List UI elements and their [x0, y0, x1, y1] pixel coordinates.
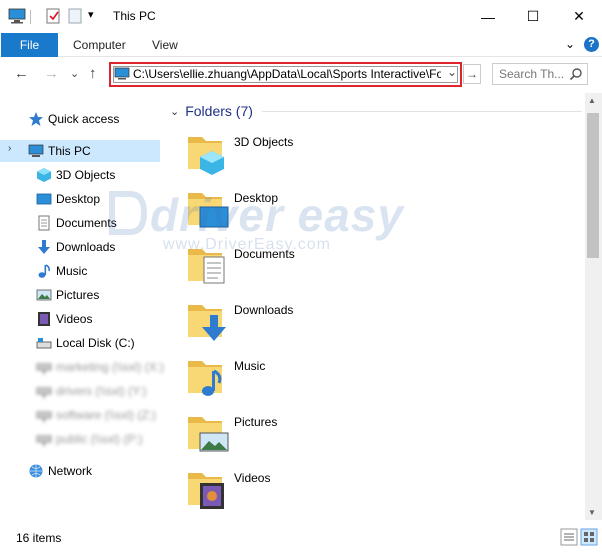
sidebar-item-network-drive[interactable]: marketing (\\sxl) (X:) [0, 356, 164, 378]
sidebar-item-quick-access[interactable]: Quick access [0, 108, 160, 130]
scrollbar-thumb[interactable] [587, 113, 599, 258]
status-bar: 16 items [0, 521, 602, 554]
sidebar-item-pictures[interactable]: Pictures [0, 284, 160, 306]
new-folder-icon[interactable] [66, 8, 84, 24]
sidebar-item-label: Network [48, 464, 93, 478]
cube-icon [37, 168, 51, 182]
watermark-logo: driver easy [150, 189, 404, 241]
folder-music-icon [188, 361, 222, 396]
network-drive-icon [36, 411, 52, 422]
sidebar-item-label: Desktop [56, 192, 101, 206]
watermark-url: www.DriverEasy.com [163, 236, 331, 253]
network-drive-icon [36, 363, 52, 374]
collapse-chevron-icon[interactable]: ⌄ [170, 105, 179, 118]
sidebar-item-videos[interactable]: Videos [0, 308, 160, 330]
help-icon[interactable]: ? [584, 37, 599, 52]
group-title: Folders (7) [185, 103, 253, 119]
address-path[interactable]: C:\Users\ellie.zhuang\AppData\Local\Spor… [133, 67, 441, 81]
sidebar-item-3d-objects[interactable]: 3D Objects [0, 164, 160, 186]
disk-icon [36, 338, 52, 349]
sidebar-item-label: Local Disk (C:) [56, 336, 135, 350]
sidebar-item-this-pc[interactable]: › This PC [0, 140, 160, 162]
title-separator [30, 10, 31, 24]
sidebar-item-label: Quick access [48, 112, 120, 126]
computer-icon [114, 67, 130, 80]
sidebar-item-local-disk[interactable]: Local Disk (C:) [0, 332, 160, 354]
folder-label: Videos [234, 471, 271, 485]
title-bar: ▾ This PC — ☐ ✕ [0, 0, 602, 33]
quick-access-toolbar-dropdown[interactable]: ▾ [88, 8, 94, 21]
sidebar-item-label: 3D Objects [56, 168, 116, 182]
ribbon-tabs: File Computer View ⌄ [0, 33, 602, 57]
large-icons-view-icon[interactable] [580, 528, 598, 546]
back-button[interactable]: ← [14, 65, 29, 82]
window-title: This PC [113, 9, 156, 23]
folder-label: 3D Objects [234, 135, 294, 149]
folder-3d-objects-icon [188, 137, 224, 175]
recent-locations-button[interactable]: ⌄ [70, 67, 79, 80]
sidebar-item-label: public (\\sxl) (P:) [56, 432, 143, 446]
star-icon [29, 112, 43, 126]
folder-label: Music [234, 359, 266, 373]
item-count: 16 items [16, 531, 62, 545]
network-icon [29, 464, 43, 478]
expand-chevron-icon[interactable]: › [8, 143, 11, 154]
sidebar-item-label: software (\\sxl) (Z:) [56, 408, 157, 422]
folder-label: Pictures [234, 415, 278, 429]
folder-item-downloads[interactable]: Downloads [186, 299, 486, 351]
folder-item-music[interactable]: Music [186, 355, 486, 407]
download-icon [38, 240, 50, 254]
sidebar-item-label: drivers (\\sxl) (Y:) [56, 384, 147, 398]
folder-item-pictures[interactable]: Pictures [186, 411, 486, 463]
sidebar-item-network[interactable]: Network [0, 460, 160, 482]
go-button[interactable]: → [463, 64, 481, 84]
scroll-down-icon[interactable]: ▼ [588, 508, 596, 517]
folder-label: Downloads [234, 303, 294, 317]
sidebar-item-label: This PC [48, 144, 91, 158]
tab-view[interactable]: View [152, 38, 178, 52]
address-dropdown-icon[interactable]: ⌄ [447, 65, 457, 79]
folder-item-3d-objects[interactable]: 3D Objects [186, 131, 486, 183]
sidebar-item-network-drive[interactable]: public (\\sxl) (P:) [0, 428, 160, 450]
group-divider [262, 111, 582, 112]
minimize-button[interactable]: — [465, 0, 511, 33]
folder-pictures-icon [188, 417, 229, 452]
folder-downloads-icon [188, 305, 226, 341]
tab-file[interactable]: File [1, 33, 58, 57]
folders-group-header[interactable]: ⌄ Folders (7) [170, 103, 253, 119]
close-button[interactable]: ✕ [556, 0, 602, 33]
maximize-button[interactable]: ☐ [510, 0, 556, 33]
sidebar-item-label: marketing (\\sxl) (X:) [56, 360, 165, 374]
folder-item-videos[interactable]: Videos [186, 467, 486, 519]
navigation-pane: Quick access › This PC 3D Objects Deskto… [0, 98, 167, 521]
search-placeholder: Search Th... [499, 67, 565, 81]
folder-videos-icon [188, 473, 224, 509]
details-view-icon[interactable] [560, 528, 578, 546]
sidebar-item-downloads[interactable]: Downloads [0, 236, 160, 258]
sidebar-item-label: Pictures [56, 288, 100, 302]
sidebar-item-music[interactable]: Music [0, 260, 160, 282]
picture-icon [36, 289, 52, 301]
video-icon [38, 312, 50, 326]
network-drive-icon [36, 387, 52, 398]
properties-icon[interactable] [44, 8, 62, 24]
scroll-up-icon[interactable]: ▲ [588, 96, 596, 105]
document-icon [38, 215, 50, 231]
music-icon [38, 264, 50, 278]
desktop-icon [36, 193, 52, 205]
sidebar-item-network-drive[interactable]: drivers (\\sxl) (Y:) [0, 380, 160, 402]
sidebar-item-label: Downloads [56, 240, 116, 254]
ribbon-expand-icon[interactable]: ⌄ [565, 37, 575, 51]
tab-computer[interactable]: Computer [73, 38, 126, 52]
up-button[interactable]: ↑ [89, 65, 97, 82]
sidebar-item-network-drive[interactable]: software (\\sxl) (Z:) [0, 404, 160, 426]
sidebar-item-label: Videos [56, 312, 93, 326]
forward-button[interactable]: → [44, 65, 59, 82]
watermark-logo-icon [109, 191, 148, 235]
sidebar-item-label: Music [56, 264, 88, 278]
this-pc-icon[interactable] [8, 8, 26, 24]
search-icon[interactable] [569, 67, 583, 81]
computer-icon [28, 144, 44, 157]
network-drive-icon [36, 435, 52, 446]
